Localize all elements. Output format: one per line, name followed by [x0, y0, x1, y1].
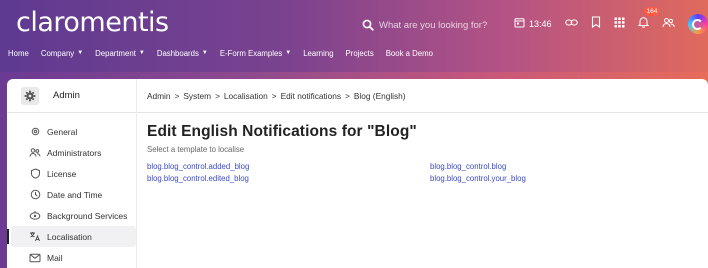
sidebar-item-localisation[interactable]: Localisation [7, 226, 136, 247]
services-icon [29, 210, 41, 222]
avatar-icon [687, 14, 708, 34]
toolbar: 13:46 164 [514, 7, 708, 36]
admin-sidebar: Admin General Administrators License Dat… [7, 79, 140, 268]
sidebar-item-label: Localisation [47, 231, 92, 242]
calendar-button[interactable]: 13:46 [514, 15, 552, 33]
link-button[interactable] [564, 15, 578, 33]
nav-item-company[interactable]: Company ▼ [41, 49, 83, 58]
nav-item-home[interactable]: Home [8, 49, 29, 58]
sidebar-item-label: Background Services [47, 210, 128, 221]
page-title: Edit English Notifications for "Blog" [147, 123, 417, 140]
notifications-button[interactable]: 164 [637, 7, 661, 33]
template-link[interactable]: blog.blog_control.your_blog [430, 174, 630, 184]
page-content: Edit English Notifications for "Blog" Se… [137, 113, 708, 184]
link-icon [564, 15, 578, 33]
breadcrumb-system[interactable]: System [183, 91, 211, 101]
clock-icon [29, 189, 41, 201]
breadcrumb-localisation[interactable]: Localisation [224, 91, 268, 101]
sidebar-item-date-time[interactable]: Date and Time [11, 184, 136, 205]
app-logo[interactable]: claromentis [16, 7, 169, 38]
bookmark-icon [591, 15, 601, 33]
breadcrumb-separator: > [345, 90, 350, 101]
search-placeholder: What are you looking for? [379, 19, 488, 31]
sidebar-item-administrators[interactable]: Administrators [11, 142, 136, 163]
sidebar-item-mail[interactable]: Mail [11, 247, 136, 268]
mail-icon [29, 252, 41, 264]
template-link[interactable]: blog.blog_control.added_blog [147, 162, 430, 172]
sidebar-item-label: License [47, 168, 77, 179]
sidebar-item-general[interactable]: General [11, 121, 136, 142]
bookmark-button[interactable] [591, 15, 601, 33]
sidebar-header: Admin [7, 79, 140, 113]
sidebar-item-background-services[interactable]: Background Services [11, 205, 136, 226]
users-icon [29, 147, 41, 159]
sidebar-item-license[interactable]: License [11, 163, 136, 184]
search-input[interactable]: What are you looking for? [362, 15, 500, 35]
breadcrumb-separator: > [271, 90, 277, 101]
breadcrumb: Admin > System > Localisation > Edit not… [137, 79, 708, 113]
sidebar-item-label: Mail [47, 252, 63, 263]
search-icon [362, 19, 374, 31]
sidebar-item-label: Administrators [47, 147, 102, 158]
nav-item-projects[interactable]: Projects [346, 49, 374, 58]
translate-icon [29, 231, 41, 243]
nav-item-department[interactable]: Department ▼ [95, 49, 145, 58]
chevron-down-icon: ▼ [77, 50, 84, 56]
nav-item-book-demo[interactable]: Book a Demo [386, 49, 433, 58]
nav-item-learning[interactable]: Learning [303, 49, 333, 58]
shield-icon [29, 168, 41, 180]
gear-icon [29, 126, 41, 138]
sidebar-item-label: Date and Time [47, 189, 103, 200]
calendar-icon [514, 15, 525, 33]
notification-badge: 164 [643, 7, 661, 16]
sidebar-title: Admin [53, 90, 80, 101]
people-button[interactable] [662, 15, 675, 33]
bell-icon [637, 15, 649, 33]
top-bar: claromentis What are you looking for? 13… [0, 0, 708, 72]
admin-gear-icon [21, 86, 39, 105]
nav-item-eform-examples[interactable]: E-Form Examples ▼ [220, 49, 291, 58]
chevron-down-icon: ▼ [201, 50, 208, 56]
page-subtitle: Select a template to localise [147, 145, 245, 154]
breadcrumb-separator: > [215, 90, 220, 101]
template-link[interactable]: blog.blog_control.edited_blog [147, 174, 430, 184]
breadcrumb-admin[interactable]: Admin [147, 91, 171, 101]
sidebar-item-label: General [47, 126, 78, 137]
apps-button[interactable] [614, 15, 625, 33]
chevron-down-icon: ▼ [138, 50, 145, 56]
main-panel: Admin > System > Localisation > Edit not… [136, 79, 708, 268]
main-nav: Home Company ▼ Department ▼ Dashboards ▼ E-… [0, 44, 445, 62]
user-avatar[interactable] [687, 14, 708, 34]
grid-icon [614, 15, 625, 33]
users-icon [662, 15, 675, 33]
breadcrumb-current: Blog (English) [353, 90, 406, 101]
breadcrumb-separator: > [174, 90, 180, 101]
sidebar-list: General Administrators License Date and … [7, 113, 140, 268]
clock-time: 13:46 [529, 19, 552, 29]
template-link[interactable]: blog.blog_control.blog [430, 162, 630, 172]
chevron-down-icon: ▼ [285, 50, 292, 56]
breadcrumb-edit-notifications[interactable]: Edit notifications [281, 91, 341, 101]
nav-item-dashboards[interactable]: Dashboards ▼ [157, 49, 208, 58]
template-list: blog.blog_control.added_blog blog.blog_c… [147, 162, 708, 184]
